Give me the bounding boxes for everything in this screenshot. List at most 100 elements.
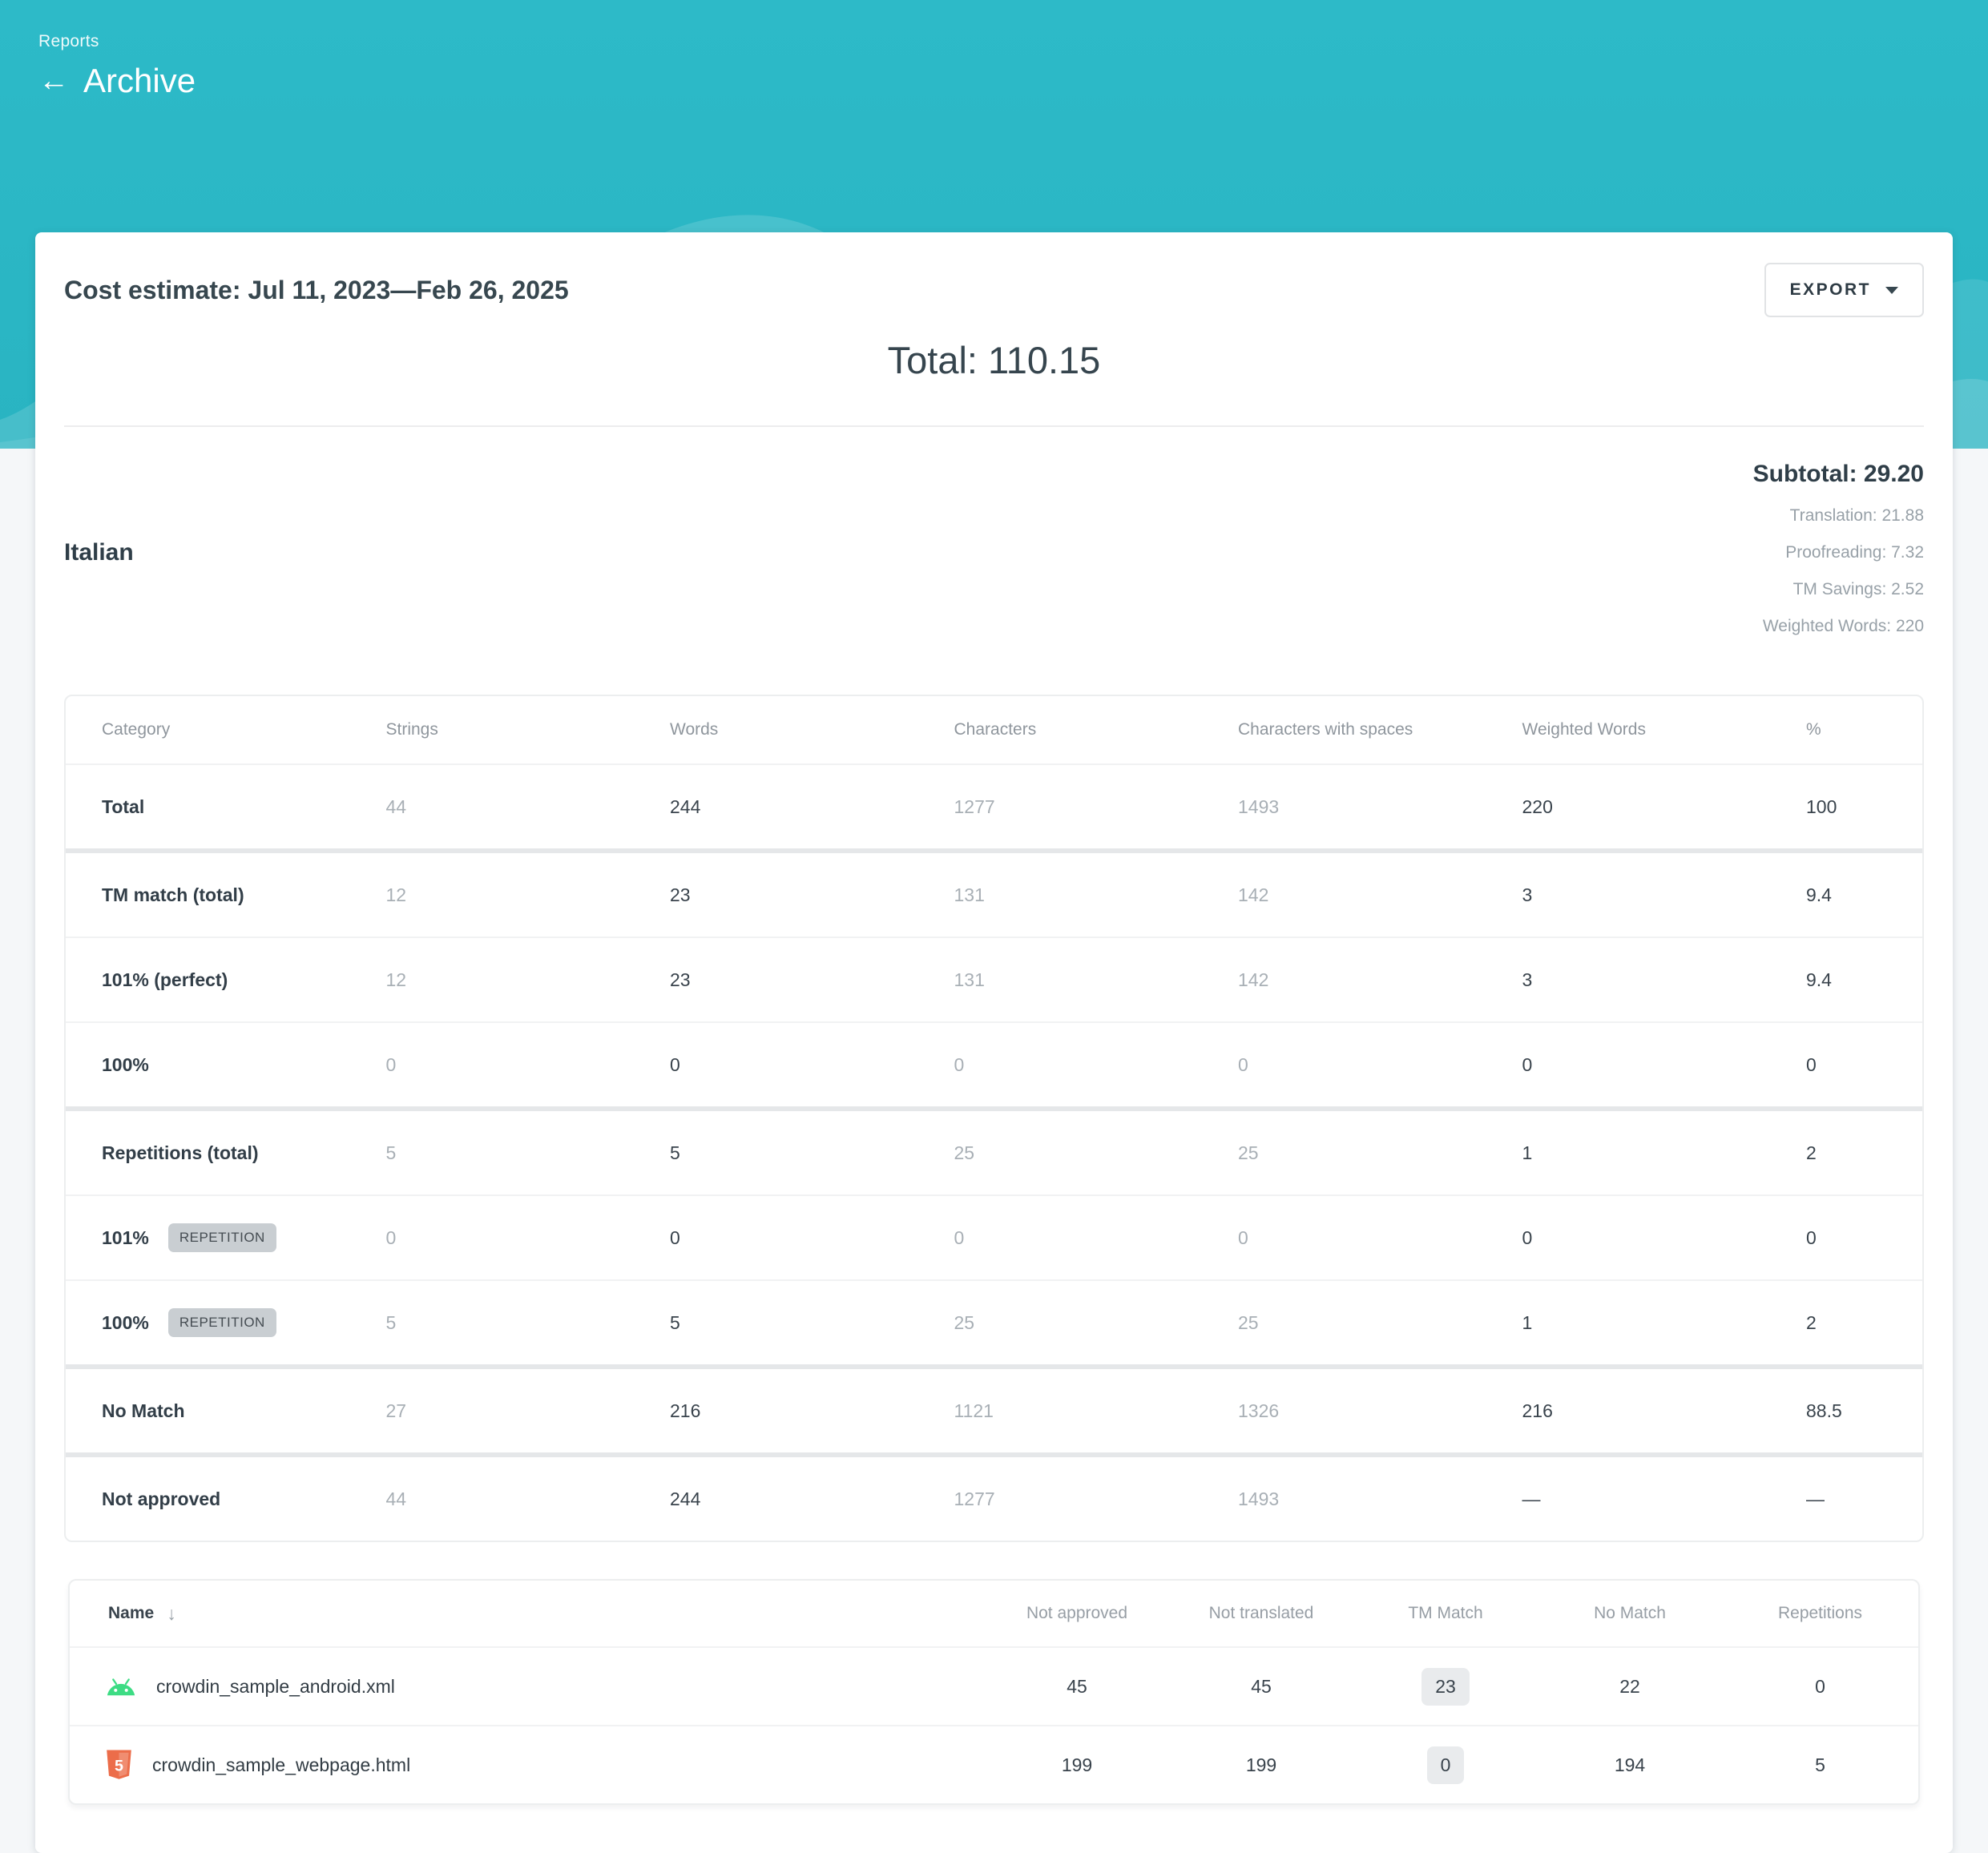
- subtotal-detail-weighted-words: Weighted Words: 220: [1753, 608, 1924, 645]
- column-header: Not translated: [1169, 1604, 1353, 1623]
- value-cell: 142: [1202, 884, 1486, 906]
- category-cell: No Match: [66, 1400, 350, 1422]
- table-row[interactable]: crowdin_sample_android.xml454523220: [70, 1648, 1918, 1726]
- category-cell: 100% REPETITION: [66, 1308, 350, 1337]
- file-name-cell[interactable]: 5crowdin_sample_webpage.html: [70, 1749, 985, 1782]
- column-header: Weighted Words: [1486, 720, 1771, 739]
- language-section: Italian Subtotal: 29.20 Translation: 21.…: [64, 461, 1924, 645]
- page-title: Archive: [83, 64, 196, 98]
- repetitions-cell: 5: [1722, 1754, 1918, 1776]
- category-cell: 101% (perfect): [66, 969, 350, 991]
- value-cell: 88.5: [1770, 1400, 1922, 1422]
- value-cell: 131: [918, 969, 1203, 991]
- value-cell: 1121: [918, 1400, 1203, 1422]
- tm-match-cell: 0: [1353, 1746, 1538, 1784]
- value-cell: 100: [1770, 796, 1922, 818]
- file-name-label: crowdin_sample_android.xml: [156, 1676, 395, 1698]
- value-cell: 244: [634, 1488, 918, 1510]
- value-cell: 44: [350, 1488, 635, 1510]
- value-cell: 9.4: [1770, 969, 1922, 991]
- value-cell: 220: [1486, 796, 1771, 818]
- value-cell: 1277: [918, 1488, 1203, 1510]
- file-name-cell[interactable]: crowdin_sample_android.xml: [70, 1676, 985, 1698]
- back-arrow-icon[interactable]: ←: [38, 66, 69, 96]
- not-approved-cell: 45: [985, 1676, 1169, 1698]
- value-cell: 44: [350, 796, 635, 818]
- value-cell: 216: [634, 1400, 918, 1422]
- category-label: 100%: [102, 1312, 149, 1334]
- value-cell: 3: [1486, 884, 1771, 906]
- value-cell: 27: [350, 1400, 635, 1422]
- no-match-cell: 22: [1538, 1676, 1722, 1698]
- value-cell: 0: [350, 1054, 635, 1076]
- html-file-icon: 5: [105, 1749, 133, 1782]
- value-cell: —: [1486, 1488, 1771, 1510]
- value-cell: 0: [1202, 1227, 1486, 1249]
- subtotal-block: Subtotal: 29.20 Translation: 21.88 Proof…: [1753, 461, 1924, 645]
- not-approved-cell: 199: [985, 1754, 1169, 1776]
- value-cell: 5: [350, 1142, 635, 1164]
- table-row[interactable]: 5crowdin_sample_webpage.html19919901945: [70, 1726, 1918, 1803]
- category-cell: Repetitions (total): [66, 1142, 350, 1164]
- column-header: Not approved: [985, 1604, 1169, 1623]
- export-button-label: EXPORT: [1790, 280, 1871, 300]
- chevron-down-icon: [1885, 287, 1898, 294]
- value-cell: 244: [634, 796, 918, 818]
- table-row: No Match272161121132621688.5: [66, 1369, 1922, 1457]
- breadcrumb: Reports: [38, 32, 1988, 51]
- divider: [64, 425, 1924, 427]
- value-cell: 12: [350, 884, 635, 906]
- table-row: Not approved4424412771493——: [66, 1457, 1922, 1541]
- value-cell: 0: [1486, 1054, 1771, 1076]
- table-row: TM match (total)122313114239.4: [66, 853, 1922, 938]
- subtotal-detail-proofreading: Proofreading: 7.32: [1753, 534, 1924, 571]
- column-header: Category: [66, 720, 350, 739]
- column-header: Repetitions: [1722, 1604, 1918, 1623]
- category-cell: Not approved: [66, 1488, 350, 1510]
- repetition-badge: REPETITION: [168, 1308, 276, 1337]
- column-header: Words: [634, 720, 918, 739]
- category-label: 101% (perfect): [102, 969, 228, 991]
- value-cell: 0: [1770, 1054, 1922, 1076]
- report-title: Cost estimate: Jul 11, 2023—Feb 26, 2025: [64, 276, 569, 305]
- value-cell: 5: [350, 1312, 635, 1334]
- value-cell: 5: [634, 1142, 918, 1164]
- value-cell: 1: [1486, 1312, 1771, 1334]
- category-table-header: CategoryStringsWordsCharactersCharacters…: [66, 696, 1922, 765]
- table-row: Total4424412771493220100: [66, 765, 1922, 853]
- value-cell: 0: [634, 1227, 918, 1249]
- column-header-name[interactable]: Name ↓: [70, 1603, 985, 1625]
- table-row: Repetitions (total)55252512: [66, 1111, 1922, 1196]
- value-cell: 1326: [1202, 1400, 1486, 1422]
- repetitions-cell: 0: [1722, 1676, 1918, 1698]
- table-row: 100%REPETITION55252512: [66, 1281, 1922, 1369]
- tm-match-badge: 23: [1421, 1668, 1470, 1706]
- value-cell: 131: [918, 884, 1203, 906]
- value-cell: 1493: [1202, 796, 1486, 818]
- grand-total: Total: 110.15: [64, 338, 1924, 382]
- column-header: Strings: [350, 720, 635, 739]
- category-table: CategoryStringsWordsCharactersCharacters…: [64, 695, 1924, 1542]
- table-row: 100%000000: [66, 1023, 1922, 1111]
- value-cell: 0: [918, 1054, 1203, 1076]
- value-cell: 12: [350, 969, 635, 991]
- arrow-down-icon: ↓: [167, 1603, 176, 1625]
- category-label: Not approved: [102, 1488, 220, 1510]
- category-cell: 101%REPETITION: [66, 1223, 350, 1252]
- svg-text:5: 5: [115, 1757, 123, 1774]
- category-label: 100%: [102, 1054, 149, 1076]
- table-row: 101%REPETITION000000: [66, 1196, 1922, 1281]
- value-cell: 2: [1770, 1142, 1922, 1164]
- value-cell: 142: [1202, 969, 1486, 991]
- export-button[interactable]: EXPORT: [1764, 263, 1924, 317]
- value-cell: 25: [1202, 1142, 1486, 1164]
- category-label: Total: [102, 796, 144, 818]
- column-header: TM Match: [1353, 1604, 1538, 1623]
- category-cell: Total: [66, 796, 350, 818]
- android-file-icon: [105, 1677, 137, 1697]
- category-label: 101%: [102, 1227, 149, 1249]
- name-header-label: Name: [108, 1604, 154, 1623]
- value-cell: 2: [1770, 1312, 1922, 1334]
- column-header: %: [1770, 720, 1922, 739]
- value-cell: 216: [1486, 1400, 1771, 1422]
